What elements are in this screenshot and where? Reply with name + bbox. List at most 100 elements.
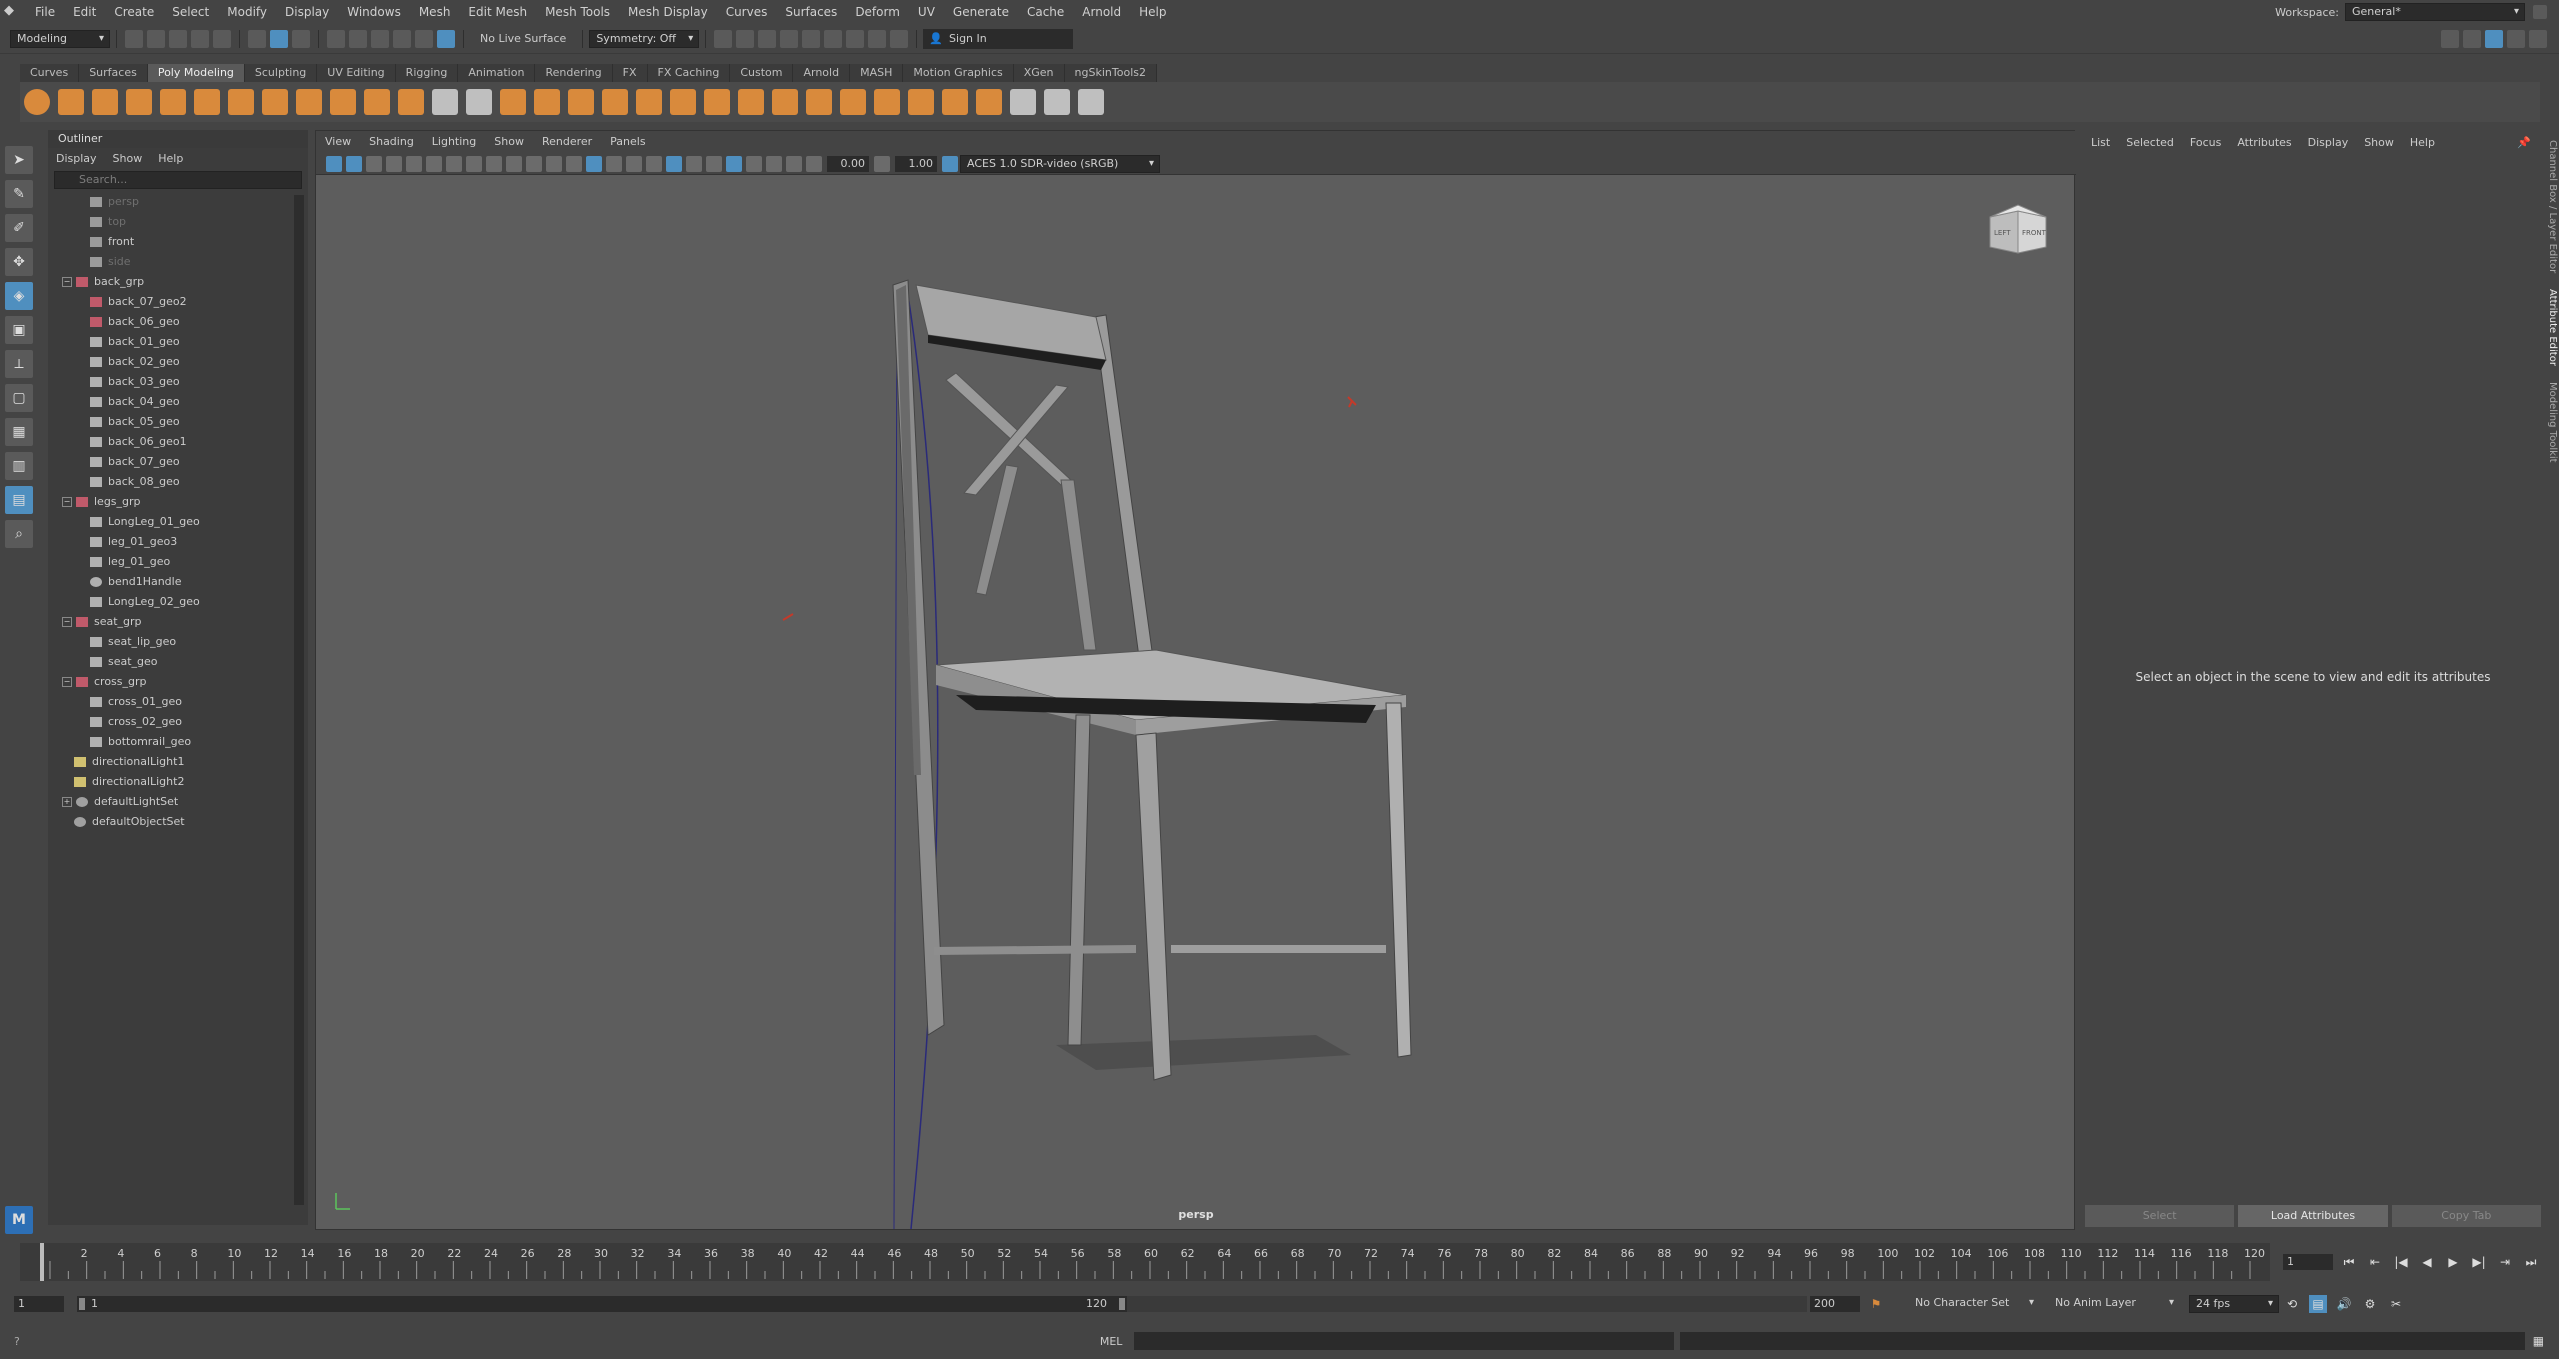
outliner-node[interactable]: − legs_grp	[48, 492, 293, 512]
outliner-node[interactable]: persp	[48, 192, 293, 212]
menu-create[interactable]: Create	[105, 0, 163, 24]
script-editor-icon[interactable]: ▦	[2529, 1332, 2547, 1350]
grease-pencil-icon[interactable]	[426, 155, 442, 172]
exposure-field[interactable]: 0.00	[827, 155, 869, 172]
xray-joints-icon[interactable]	[786, 155, 802, 172]
outliner-persp-icon[interactable]: ▤	[5, 486, 33, 514]
step-back-key-icon[interactable]: ⇤	[2366, 1253, 2384, 1271]
snap-curve-icon[interactable]	[349, 29, 367, 48]
range-start-handle[interactable]	[79, 1298, 85, 1310]
preferences-icon[interactable]: ⚙	[2361, 1295, 2379, 1313]
outliner-node[interactable]: LongLeg_01_geo	[48, 512, 293, 532]
shelf-tab-fx-caching[interactable]: FX Caching	[647, 64, 731, 82]
tool-settings-toggle-icon[interactable]	[2507, 30, 2525, 48]
shelf-tab-mash[interactable]: MASH	[850, 64, 904, 82]
outliner-node[interactable]: front	[48, 232, 293, 252]
menu-windows[interactable]: Windows	[338, 0, 410, 24]
poly-svg-icon[interactable]	[398, 89, 424, 115]
outliner-node[interactable]: directionalLight1	[48, 752, 293, 772]
uv-editor-icon[interactable]	[432, 89, 458, 115]
isolate-select-icon[interactable]	[746, 155, 762, 172]
outliner-node[interactable]: cross_02_geo	[48, 712, 293, 732]
menu-display[interactable]: Display	[276, 0, 338, 24]
outliner-node[interactable]: LongLeg_02_geo	[48, 592, 293, 612]
anti-aliasing-icon[interactable]	[726, 155, 742, 172]
save-scene-icon[interactable]	[169, 29, 187, 48]
play-forward-icon[interactable]: ▶	[2444, 1253, 2462, 1271]
outliner-node[interactable]: back_06_geo	[48, 312, 293, 332]
menu-generate[interactable]: Generate	[944, 0, 1018, 24]
render-current-icon[interactable]	[780, 29, 799, 48]
outliner-node[interactable]: leg_01_geo3	[48, 532, 293, 552]
snap-grid-icon[interactable]	[327, 29, 345, 48]
color-management-icon[interactable]	[942, 155, 958, 172]
select-hierarchy-icon[interactable]	[248, 29, 266, 48]
scale-tool-icon[interactable]: ▣	[5, 316, 33, 344]
menu-deform[interactable]: Deform	[846, 0, 909, 24]
help-icon[interactable]: ?	[14, 1335, 20, 1348]
bevel-icon[interactable]	[772, 89, 798, 115]
range-slider[interactable]: 1 120	[77, 1296, 1127, 1312]
outliner-node[interactable]: top	[48, 212, 293, 232]
redo-icon[interactable]	[213, 29, 231, 48]
snap-point-icon[interactable]	[371, 29, 389, 48]
outliner-node[interactable]: back_02_geo	[48, 352, 293, 372]
shelf-tab-motion-graphics[interactable]: Motion Graphics	[903, 64, 1014, 82]
command-input[interactable]	[1134, 1332, 1675, 1350]
image-plane-icon[interactable]	[386, 155, 402, 172]
auto-key-icon[interactable]: ⚑	[1867, 1295, 1885, 1313]
shelf-tab-custom[interactable]: Custom	[730, 64, 794, 82]
load-attributes-button[interactable]: Load Attributes	[2238, 1205, 2388, 1227]
mirror-icon[interactable]	[670, 89, 696, 115]
menu-curves[interactable]: Curves	[717, 0, 777, 24]
outliner-node[interactable]: side	[48, 252, 293, 272]
ambient-occlusion-icon[interactable]	[686, 155, 702, 172]
pin-icon[interactable]: 📌	[2517, 136, 2531, 149]
pause-render-icon[interactable]	[890, 29, 909, 48]
poly-cylinder-icon[interactable]	[92, 89, 118, 115]
outliner-node[interactable]: − back_grp	[48, 272, 293, 292]
outliner-search-input[interactable]: Search...	[54, 171, 302, 189]
film-gate-icon[interactable]	[466, 155, 482, 172]
outliner-node[interactable]: directionalLight2	[48, 772, 293, 792]
menu-mesh[interactable]: Mesh	[410, 0, 460, 24]
lasso-tool-icon[interactable]: ✎	[5, 180, 33, 208]
snap-surface-icon[interactable]	[415, 29, 433, 48]
menu-uv[interactable]: UV	[909, 0, 944, 24]
menu-edit-mesh[interactable]: Edit Mesh	[459, 0, 536, 24]
safe-action-icon[interactable]	[546, 155, 562, 172]
gate-mask-icon[interactable]	[506, 155, 522, 172]
wireframe-icon[interactable]	[566, 155, 582, 172]
field-chart-icon[interactable]	[526, 155, 542, 172]
attribute-menu-focus[interactable]: Focus	[2182, 130, 2229, 156]
lights-icon[interactable]	[646, 155, 662, 172]
outliner-node[interactable]: back_08_geo	[48, 472, 293, 492]
separate-icon[interactable]	[534, 89, 560, 115]
render-settings-icon[interactable]	[824, 29, 843, 48]
rotate-tool-icon[interactable]: ◈	[5, 282, 33, 310]
viewcube[interactable]: LEFT FRONT	[1986, 203, 2050, 257]
gamma-field[interactable]: 1.00	[895, 155, 937, 172]
play-backward-icon[interactable]: ◀	[2418, 1253, 2436, 1271]
step-forward-key-icon[interactable]: ⇥	[2496, 1253, 2514, 1271]
snap-live-icon[interactable]	[437, 29, 455, 48]
viewport-menu-show[interactable]: Show	[485, 131, 533, 153]
poly-cone-icon[interactable]	[126, 89, 152, 115]
viewport-persp[interactable]: View Shading Lighting Show Renderer Panels 0.…	[315, 130, 2076, 1230]
select-tool-icon[interactable]: ➤	[5, 146, 33, 174]
cache-icon[interactable]: ▤	[2309, 1295, 2327, 1313]
poly-pyramid-icon[interactable]	[296, 89, 322, 115]
hypershade-icon[interactable]	[846, 29, 865, 48]
attribute-menu-list[interactable]: List	[2083, 130, 2118, 156]
menu-file[interactable]: File	[26, 0, 64, 24]
arnold-render-icon[interactable]	[868, 29, 887, 48]
construction-history-icon[interactable]	[736, 29, 755, 48]
outliner-node[interactable]: seat_geo	[48, 652, 293, 672]
soft-select-icon[interactable]	[466, 89, 492, 115]
smooth-shade-icon[interactable]	[586, 155, 602, 172]
maya-menu-icon[interactable]: ◆	[4, 3, 22, 21]
step-forward-frame-icon[interactable]: ▶|	[2470, 1253, 2488, 1271]
select-object-icon[interactable]	[270, 29, 288, 48]
two-view-icon[interactable]: ▥	[5, 452, 33, 480]
poly-helix-icon[interactable]	[330, 89, 356, 115]
